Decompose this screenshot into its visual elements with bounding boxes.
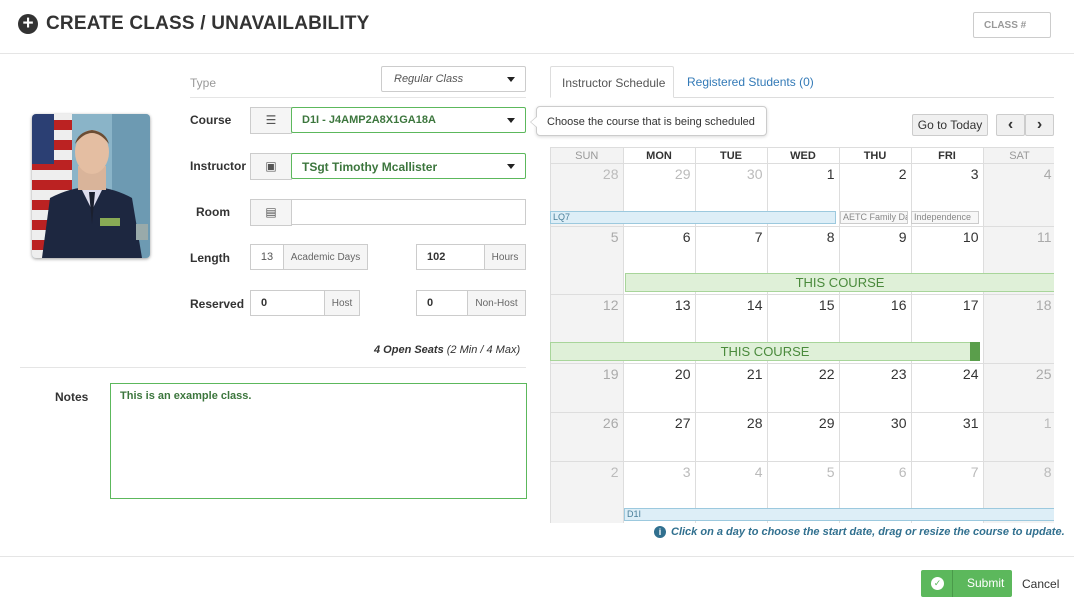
calendar-day-cell[interactable]: 18 xyxy=(983,294,1054,364)
tabs-divider xyxy=(674,97,1054,98)
event-resize-handle[interactable] xyxy=(970,342,980,361)
submit-button[interactable]: ✓ Submit xyxy=(921,570,1012,597)
course-select-value: D1I - J4AMP2A8X1GA18A xyxy=(302,114,436,126)
calendar-day-header: MON xyxy=(623,147,696,164)
calendar-day-cell[interactable]: 19 xyxy=(551,363,624,413)
calendar-day-header: WED xyxy=(767,147,840,164)
calendar-day-cell[interactable]: 23 xyxy=(839,363,912,413)
course-label: Course xyxy=(190,113,232,127)
chevron-down-icon xyxy=(507,77,515,82)
hours-addon: Hours xyxy=(484,244,526,270)
calendar-day-cell[interactable]: 31 xyxy=(911,412,984,462)
calendar-grid[interactable]: SUN MON TUE WED THU FRI SAT 28 29 30 1 2 3 4 5 6 7 8 9 10… xyxy=(550,147,1054,523)
tab-instructor-schedule-label: Instructor Schedule xyxy=(562,76,666,90)
calendar-help-text: Click on a day to choose the start date,… xyxy=(671,526,1065,538)
event-independence[interactable]: Independence xyxy=(911,211,979,224)
seats-range: (2 Min / 4 Max) xyxy=(446,344,521,356)
type-select[interactable]: Regular Class xyxy=(381,66,526,92)
calendar-day-cell[interactable]: 2 xyxy=(551,461,624,523)
event-aetc-family-day[interactable]: AETC Family Da xyxy=(840,211,908,224)
event-this-course-week3[interactable]: THIS COURSE xyxy=(550,342,980,361)
type-select-value: Regular Class xyxy=(394,73,464,85)
event-lq7[interactable]: LQ7 xyxy=(550,211,836,224)
calendar-day-header: SUN xyxy=(551,147,624,164)
form-divider xyxy=(20,367,526,368)
class-number-input[interactable]: CLASS # xyxy=(973,12,1051,38)
chevron-down-icon xyxy=(507,164,515,169)
calendar-day-cell[interactable]: 1 xyxy=(983,412,1054,462)
academic-days-addon: Academic Days xyxy=(283,244,368,270)
calendar-day-cell[interactable]: 25 xyxy=(983,363,1054,413)
calendar-day-cell[interactable]: 27 xyxy=(623,412,696,462)
id-card-icon: ▣ xyxy=(250,153,292,180)
instructor-photo xyxy=(32,114,150,258)
submit-label: Submit xyxy=(967,576,1005,590)
reserved-nonhost-input[interactable]: 0 xyxy=(416,290,468,316)
non-host-addon: Non-Host xyxy=(467,290,526,316)
calendar-day-cell[interactable]: 30 xyxy=(839,412,912,462)
calendar-day-cell[interactable]: 29 xyxy=(767,412,840,462)
notes-label: Notes xyxy=(55,390,89,404)
page-title: CREATE CLASS / UNAVAILABILITY xyxy=(46,13,370,34)
instructor-select[interactable]: TSgt Timothy Mcallister xyxy=(291,153,526,179)
plus-circle-icon: + xyxy=(18,14,38,34)
tab-registered-students[interactable]: Registered Students (0) xyxy=(687,75,814,89)
course-tooltip: Choose the course that is being schedule… xyxy=(530,106,767,136)
calendar-day-cell[interactable]: 21 xyxy=(695,363,768,413)
header-divider xyxy=(0,53,1074,54)
prev-month-button[interactable]: ‹ xyxy=(996,114,1025,136)
info-icon: i xyxy=(654,526,666,538)
tab-instructor-schedule[interactable]: Instructor Schedule xyxy=(550,66,674,98)
calendar-day-cell[interactable]: 28 xyxy=(695,412,768,462)
course-list-icon: ☰ xyxy=(250,107,292,134)
calendar-day-cell[interactable]: 20 xyxy=(623,363,696,413)
calendar-day-header: THU xyxy=(839,147,912,164)
calendar-day-cell[interactable]: 5 xyxy=(551,226,624,295)
calendar-day-header: TUE xyxy=(695,147,768,164)
length-label: Length xyxy=(190,251,230,265)
event-d1i[interactable]: D1I xyxy=(624,508,1054,521)
open-seats-count: 4 Open Seats xyxy=(374,344,444,356)
go-to-today-button[interactable]: Go to Today xyxy=(912,114,988,136)
reserved-label: Reserved xyxy=(190,297,245,311)
length-hours-input[interactable]: 102 xyxy=(416,244,485,270)
instructor-label: Instructor xyxy=(190,159,247,173)
chevron-down-icon xyxy=(507,118,515,123)
event-this-course-week2[interactable]: THIS COURSE xyxy=(625,273,1054,292)
course-select[interactable]: D1I - J4AMP2A8X1GA18A xyxy=(291,107,526,133)
instructor-select-value: TSgt Timothy Mcallister xyxy=(302,160,438,174)
reserved-host-input[interactable]: 0 xyxy=(250,290,325,316)
building-icon: ▤ xyxy=(250,199,292,226)
calendar-day-header: FRI xyxy=(911,147,984,164)
next-month-button[interactable]: › xyxy=(1025,114,1054,136)
cancel-link[interactable]: Cancel xyxy=(1022,577,1059,591)
calendar-day-cell[interactable]: 22 xyxy=(767,363,840,413)
type-label: Type xyxy=(190,76,217,90)
footer-divider xyxy=(0,556,1074,557)
host-addon: Host xyxy=(324,290,360,316)
check-circle-icon: ✓ xyxy=(931,577,944,590)
calendar-day-header: SAT xyxy=(983,147,1054,164)
room-label: Room xyxy=(196,205,230,219)
notes-textarea[interactable]: This is an example class. xyxy=(110,383,527,499)
calendar-day-cell[interactable]: 26 xyxy=(551,412,624,462)
calendar-day-cell[interactable]: 4 xyxy=(983,163,1054,227)
calendar-day-cell[interactable]: 24 xyxy=(911,363,984,413)
open-seats-info: 4 Open Seats (2 Min / 4 Max) xyxy=(374,344,520,356)
type-divider xyxy=(190,97,526,98)
room-input[interactable] xyxy=(291,199,526,225)
submit-separator xyxy=(952,570,953,597)
length-days-input[interactable]: 13 xyxy=(250,244,284,270)
